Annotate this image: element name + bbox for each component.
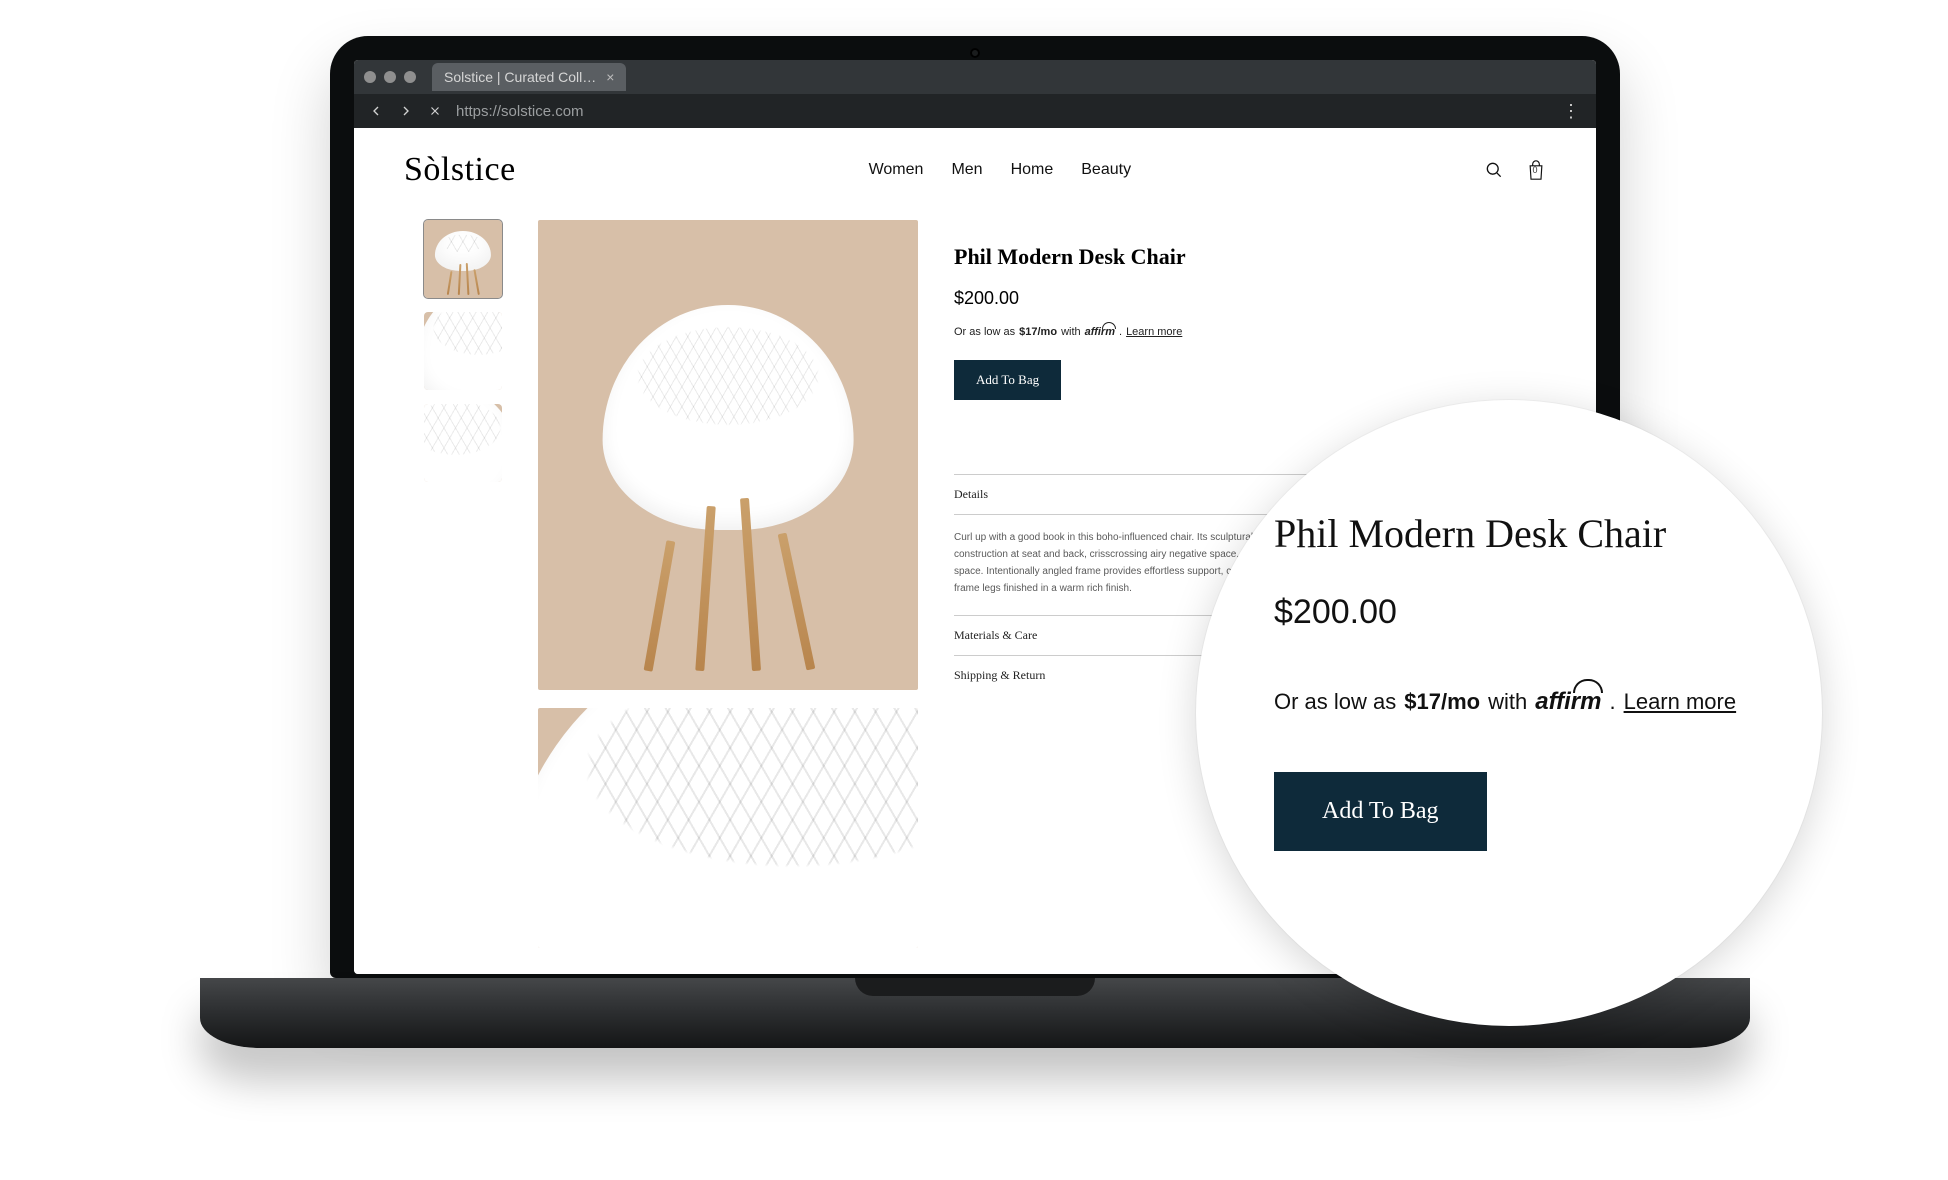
url-text[interactable]: https://solstice.com	[456, 103, 584, 120]
brand-logo[interactable]: Sòlstice	[404, 151, 516, 189]
affirm-promo-line: Or as low as $17/mo with affirm . Learn …	[954, 323, 1394, 338]
nav-forward-icon[interactable]	[398, 103, 414, 119]
camera-dot	[970, 48, 980, 58]
affirm-logo-icon: affirm	[1085, 323, 1115, 338]
nav-men[interactable]: Men	[951, 161, 982, 179]
callout-price: $200.00	[1274, 593, 1756, 632]
product-price: $200.00	[954, 288, 1394, 309]
main-nav: Women Men Home Beauty	[869, 161, 1131, 179]
product-title: Phil Modern Desk Chair	[954, 244, 1394, 270]
window-close-dot[interactable]	[364, 71, 376, 83]
zoom-callout: Phil Modern Desk Chair $200.00 Or as low…	[1196, 400, 1822, 1026]
callout-affirm-with: with	[1488, 689, 1527, 715]
window-maximize-dot[interactable]	[404, 71, 416, 83]
callout-learn-more-link[interactable]: Learn more	[1624, 689, 1737, 715]
site-header: Sòlstice Women Men Home Beauty	[354, 128, 1596, 212]
thumbnail-list	[424, 220, 502, 948]
browser-menu-icon[interactable]: ⋮	[1562, 101, 1582, 122]
window-controls[interactable]	[364, 71, 416, 83]
thumbnail-1[interactable]	[424, 220, 502, 298]
product-image-secondary[interactable]	[538, 708, 918, 948]
window-minimize-dot[interactable]	[384, 71, 396, 83]
tab-title: Solstice | Curated Coll…	[444, 69, 596, 85]
thumbnail-2[interactable]	[424, 312, 502, 390]
thumbnail-3[interactable]	[424, 404, 502, 482]
search-icon[interactable]	[1484, 160, 1504, 180]
affirm-prefix: Or as low as	[954, 326, 1015, 338]
product-gallery	[538, 220, 918, 948]
shopping-bag-icon[interactable]: 0	[1526, 159, 1546, 181]
callout-affirm-amount: $17/mo	[1404, 689, 1480, 715]
affirm-with: with	[1061, 326, 1081, 338]
nav-stop-icon[interactable]	[428, 104, 442, 118]
callout-affirm-line: Or as low as $17/mo with affirm . Learn …	[1274, 682, 1756, 716]
callout-affirm-logo-icon: affirm	[1535, 682, 1601, 716]
affirm-learn-more-link[interactable]: Learn more	[1126, 326, 1182, 338]
add-to-bag-button[interactable]: Add To Bag	[954, 360, 1061, 400]
callout-add-to-bag-button[interactable]: Add To Bag	[1274, 772, 1487, 851]
browser-titlebar: Solstice | Curated Coll… ×	[354, 60, 1596, 94]
nav-home[interactable]: Home	[1011, 161, 1054, 179]
affirm-amount: $17/mo	[1019, 326, 1057, 338]
bag-count: 0	[1526, 165, 1544, 175]
nav-beauty[interactable]: Beauty	[1081, 161, 1131, 179]
tab-close-icon[interactable]: ×	[606, 69, 614, 85]
nav-women[interactable]: Women	[869, 161, 924, 179]
callout-title: Phil Modern Desk Chair	[1274, 510, 1756, 557]
callout-affirm-prefix: Or as low as	[1274, 689, 1396, 715]
browser-address-bar: https://solstice.com ⋮	[354, 94, 1596, 128]
product-image-main[interactable]	[538, 220, 918, 690]
nav-back-icon[interactable]	[368, 103, 384, 119]
browser-tab[interactable]: Solstice | Curated Coll… ×	[432, 63, 626, 91]
